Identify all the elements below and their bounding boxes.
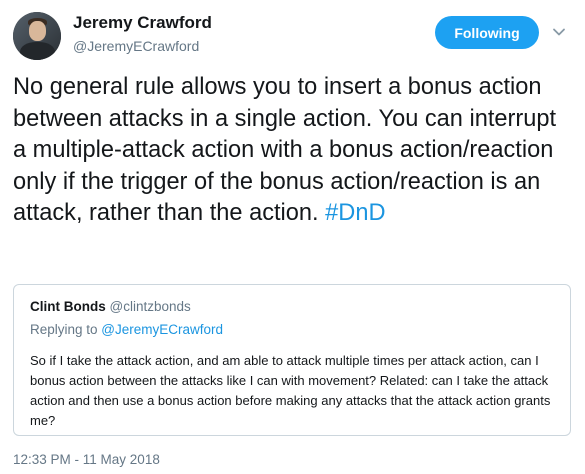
hashtag-link[interactable]: #DnD xyxy=(325,200,385,226)
replying-to: Replying to @JeremyECrawford xyxy=(30,322,223,337)
tweet-timestamp[interactable]: 12:33 PM - 11 May 2018 xyxy=(13,452,160,467)
tweet-body: No general rule allows you to insert a b… xyxy=(13,74,557,227)
quoted-tweet-text: So if I take the attack action, and am a… xyxy=(30,353,551,428)
replying-to-link[interactable]: @JeremyECrawford xyxy=(101,322,223,337)
quoted-author-name: Clint Bonds xyxy=(30,299,106,314)
following-button[interactable]: Following xyxy=(435,16,539,49)
author-handle[interactable]: @JeremyECrawford xyxy=(73,38,199,54)
tweet-text: No general rule allows you to insert a b… xyxy=(13,72,575,230)
avatar-head xyxy=(29,21,46,41)
avatar-body xyxy=(20,42,55,60)
avatar[interactable] xyxy=(13,12,61,60)
replying-to-prefix: Replying to xyxy=(30,322,102,337)
quoted-author-handle: @clintzbonds xyxy=(109,299,191,314)
quoted-tweet[interactable]: Clint Bonds @clintzbonds Replying to @Je… xyxy=(13,284,571,436)
chevron-down-icon[interactable] xyxy=(552,25,566,39)
author-name[interactable]: Jeremy Crawford xyxy=(73,13,212,33)
quoted-author: Clint Bonds @clintzbonds xyxy=(30,299,191,314)
